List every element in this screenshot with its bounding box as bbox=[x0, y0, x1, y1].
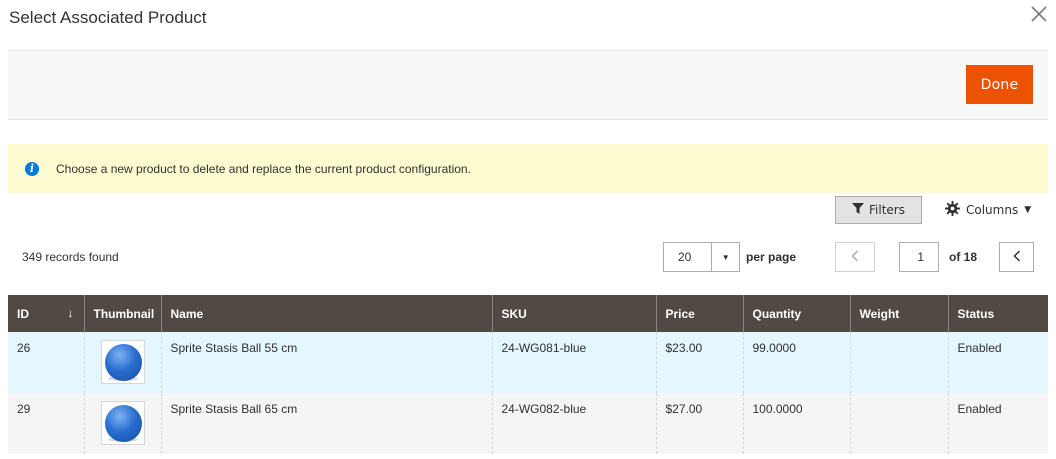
cell-id: 26 bbox=[8, 332, 84, 393]
cell-price: $27.00 bbox=[655, 393, 743, 454]
notice-text: Choose a new product to delete and repla… bbox=[56, 161, 471, 176]
grid-header-row: ID ↓ Thumbnail Name SKU Price Quantity We… bbox=[8, 295, 1048, 332]
close-icon[interactable] bbox=[1025, 0, 1053, 28]
column-header-quantity[interactable]: Quantity bbox=[742, 295, 850, 332]
cell-status: Enabled bbox=[947, 393, 1048, 454]
column-header-weight[interactable]: Weight bbox=[849, 295, 948, 332]
filter-icon bbox=[852, 203, 864, 217]
column-header-sku[interactable]: SKU bbox=[491, 295, 656, 332]
cell-thumbnail bbox=[83, 393, 161, 454]
per-page-label: per page bbox=[746, 250, 797, 264]
chevron-left-icon bbox=[851, 249, 859, 265]
column-header-name[interactable]: Name bbox=[160, 295, 492, 332]
info-icon: i bbox=[25, 161, 39, 176]
modal-actions-bar: Done bbox=[8, 50, 1048, 120]
cell-weight bbox=[849, 332, 948, 393]
cell-sku: 24-WG082-blue bbox=[491, 393, 656, 454]
column-header-id[interactable]: ID ↓ bbox=[8, 295, 84, 332]
cell-sku: 24-WG081-blue bbox=[491, 332, 656, 393]
column-header-thumbnail: Thumbnail bbox=[83, 295, 161, 332]
cell-quantity: 99.0000 bbox=[742, 332, 850, 393]
page-number-input[interactable]: 1 bbox=[899, 242, 939, 272]
done-button[interactable]: Done bbox=[966, 65, 1033, 104]
cell-thumbnail bbox=[83, 332, 161, 393]
filters-label: Filters bbox=[869, 203, 905, 217]
cell-name: Sprite Stasis Ball 55 cm bbox=[160, 332, 492, 393]
per-page-value: 20 bbox=[678, 250, 692, 264]
product-thumbnail[interactable] bbox=[100, 401, 145, 445]
modal-title: Select Associated Product bbox=[9, 8, 207, 27]
cell-status: Enabled bbox=[947, 332, 1048, 393]
columns-label: Columns bbox=[966, 203, 1019, 217]
next-page-button[interactable] bbox=[999, 242, 1034, 272]
cell-weight bbox=[849, 393, 948, 454]
gear-icon bbox=[945, 201, 960, 219]
cell-quantity: 100.0000 bbox=[742, 393, 850, 454]
sort-down-icon: ↓ bbox=[67, 306, 74, 320]
cell-price: $23.00 bbox=[655, 332, 743, 393]
filters-button[interactable]: Filters bbox=[835, 196, 922, 224]
table-row[interactable]: 29 Sprite Stasis Ball 65 cm 24-WG082-blu… bbox=[8, 393, 1048, 454]
chevron-left-icon bbox=[1012, 249, 1021, 265]
chevron-down-icon[interactable]: ▼ bbox=[711, 243, 739, 271]
column-header-price[interactable]: Price bbox=[655, 295, 743, 332]
records-count: 349 records found bbox=[22, 250, 119, 264]
chevron-down-icon: ▼ bbox=[1024, 205, 1032, 215]
column-header-status[interactable]: Status bbox=[947, 295, 1048, 332]
cell-name: Sprite Stasis Ball 65 cm bbox=[160, 393, 492, 454]
table-row[interactable]: 26 Sprite Stasis Ball 55 cm 24-WG081-blu… bbox=[8, 332, 1048, 393]
per-page-select[interactable]: 20 ▼ bbox=[663, 242, 740, 272]
previous-page-button[interactable] bbox=[835, 242, 875, 272]
product-thumbnail[interactable] bbox=[100, 340, 145, 384]
cell-id: 29 bbox=[8, 393, 84, 454]
columns-button[interactable]: Columns ▼ bbox=[945, 196, 1031, 224]
products-grid: ID ↓ Thumbnail Name SKU Price Quantity We… bbox=[8, 295, 1048, 454]
page-total: of 18 bbox=[949, 250, 978, 264]
notice-message: i Choose a new product to delete and rep… bbox=[8, 144, 1048, 193]
